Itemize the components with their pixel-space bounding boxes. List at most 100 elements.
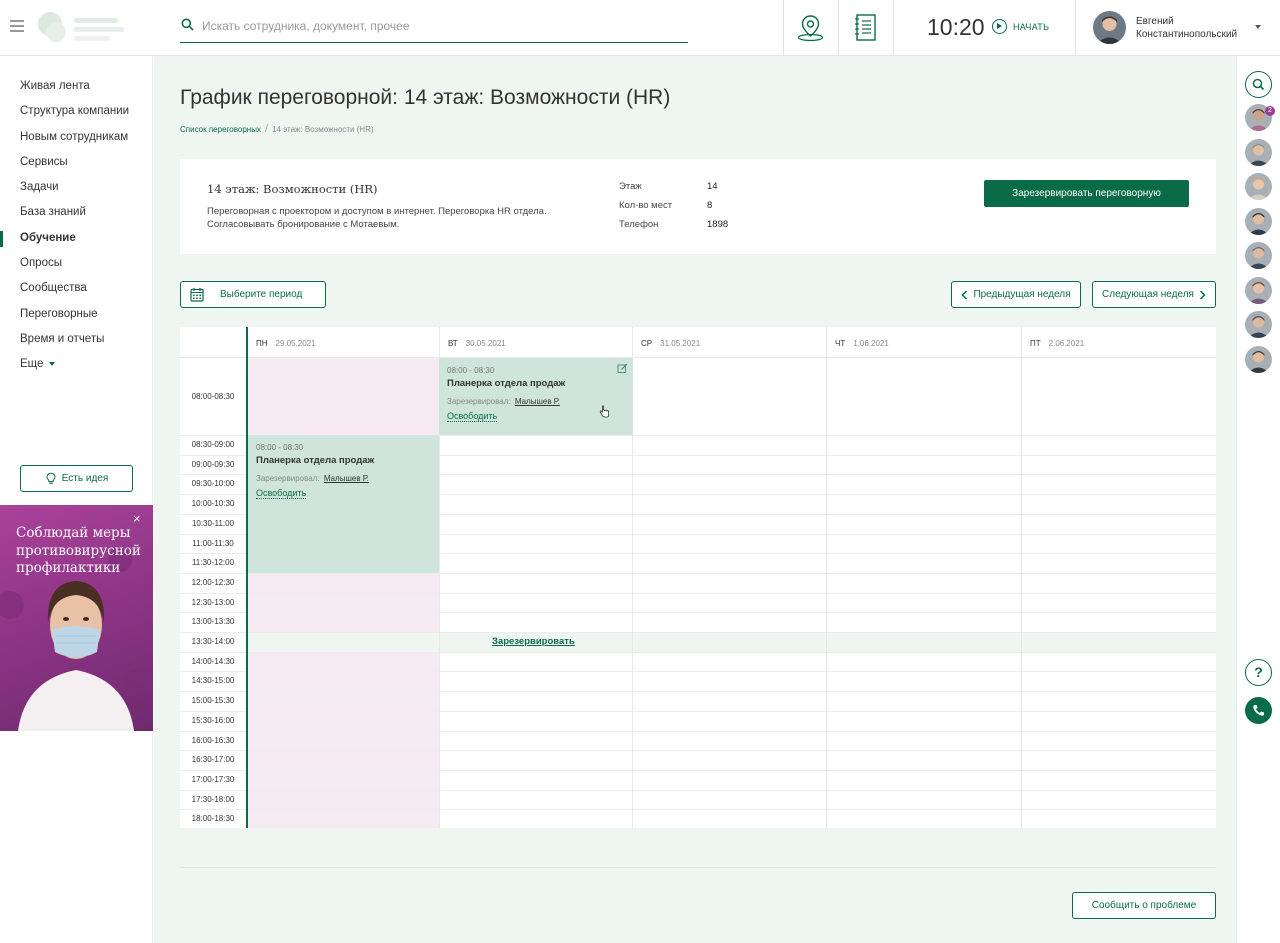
map-pin-icon[interactable] [796,13,825,47]
nav-item-more[interactable]: Еще [0,352,153,377]
select-period-button[interactable]: Выберите период [180,281,326,308]
contact-avatar[interactable] [1245,138,1272,166]
schedule-header: ПН 29.05.2021 ВТ 30.05.2021 СР 31.05.2021 Ч… [180,327,1216,358]
schedule-grid: 08:00-08:30 08:30-09:00 09:00-09:30 09:30-1… [180,327,1216,828]
time-slot-label: 11:00-11:30 [192,538,234,548]
contact-avatar[interactable] [1245,242,1272,269]
phone-icon[interactable] [1245,697,1272,724]
reserve-room-button[interactable]: Зарезервировать переговорную [984,180,1189,207]
booked-by-link[interactable]: Малышев Р. [324,474,369,483]
footer-divider [180,867,1216,868]
row-divider [180,612,1216,614]
breadcrumb: Список переговорных/14 этаж: Возможности… [180,123,374,135]
row-divider [180,769,1216,771]
search-icon [181,18,194,31]
contact-avatar[interactable] [1245,173,1272,200]
main-nav: Живая лента Структура компании Новым сот… [0,74,153,378]
search-icon[interactable] [1245,71,1272,98]
promo-text: Соблюдай меры противовирусной профилакти… [16,525,141,576]
search-field[interactable] [180,14,688,43]
row-divider [180,710,1216,712]
breadcrumb-link-rooms[interactable]: Список переговорных [180,125,261,134]
contact-avatar[interactable] [1245,345,1272,373]
chevron-right-icon [1199,289,1206,300]
chevron-down-icon [49,362,56,367]
notebook-icon[interactable] [853,13,879,47]
reserve-slot-link[interactable]: Зарезервировать [492,636,575,647]
unread-badge: 2 [1265,106,1275,116]
release-booking-link[interactable]: Освободить [447,411,498,422]
booking-mon-0830[interactable]: 08:00 - 08:30 Планерка отдела продаж Зар… [248,435,439,573]
nav-item-company-structure[interactable]: Структура компании [0,99,153,124]
time-slot-label: 08:30-09:00 [191,440,235,449]
nav-item-knowledge-base[interactable]: База знаний [0,200,153,225]
time-slot-label: 17:00-17:30 [191,774,235,784]
header-divider [893,0,894,55]
row-divider [180,750,1216,752]
nav-item-time-reports[interactable]: Время и отчеты [0,327,153,352]
menu-icon[interactable] [10,20,24,32]
hover-reserve-row[interactable] [248,632,1216,652]
top-header: 10:20 НАЧАТЬ Евгений Константинопольский [0,0,1280,56]
day-head-thu: ЧТ 1.06.2021 [835,339,889,348]
time-slot-label: 12:30-13:00 [191,597,235,607]
nav-item-meeting-rooms[interactable]: Переговорные [0,302,153,327]
time-slot-label: 13:30-14:00 [191,637,235,646]
contact-avatar[interactable] [1245,276,1272,304]
header-divider [783,0,784,55]
user-avatar[interactable] [1093,11,1126,44]
nav-item-services[interactable]: Сервисы [0,150,153,175]
calendar-icon [190,287,204,302]
search-input[interactable] [202,16,682,36]
nav-item-feed[interactable]: Живая лента [0,74,153,99]
nav-item-surveys[interactable]: Опросы [0,251,153,276]
promo-banner[interactable]: Соблюдай меры противовирусной профилакти… [0,505,153,731]
contact-avatar[interactable] [1245,311,1272,338]
idea-button[interactable]: Есть идея [20,465,133,492]
next-week-button[interactable]: Следующая неделя [1092,281,1216,308]
main-content: График переговорной: 14 этаж: Возможност… [154,56,1236,943]
close-icon[interactable]: × [133,511,141,526]
prop-seats: Кол-во мест 8 [619,200,713,211]
lightbulb-icon [46,472,56,484]
time-slot-label: 08:00-08:30 [191,392,235,401]
user-menu-chevron-down-icon[interactable] [1255,25,1261,29]
time-slot-label: 09:00-09:30 [191,459,235,469]
help-icon[interactable]: ? [1245,659,1272,686]
start-workday-button[interactable]: НАЧАТЬ [992,19,1049,34]
time-slot-label: 14:30-15:00 [191,676,235,686]
edit-icon[interactable] [617,363,628,374]
row-divider [180,809,1216,811]
prop-floor: Этаж 14 [619,181,718,192]
company-logo[interactable] [36,6,128,48]
room-properties: Этаж 14 Кол-во мест 8 Телефон 1898 [619,181,728,238]
page-title: График переговорной: 14 этаж: Возможност… [180,86,671,109]
nav-item-new-employees[interactable]: Новым сотрудникам [0,125,153,150]
nav-item-communities[interactable]: Сообщества [0,276,153,301]
header-divider [1075,0,1076,55]
room-name: 14 этаж: Возможности (HR) [207,182,378,196]
user-name[interactable]: Евгений Константинопольский [1136,15,1237,41]
time-slot-label: 13:00-13:30 [191,617,235,627]
contact-avatar[interactable] [1245,207,1272,235]
report-problem-button[interactable]: Сообщить о проблеме [1072,892,1216,919]
time-slot-label: 16:00-16:30 [191,735,235,745]
row-divider [180,572,1216,574]
row-divider [180,651,1216,653]
time-slot-label: 12:00-12:30 [191,577,235,587]
release-booking-link[interactable]: Освободить [256,488,307,499]
time-slot-label: 09:30-10:00 [191,479,235,489]
nav-item-training[interactable]: Обучение [0,226,153,251]
day-head-wed: СР 31.05.2021 [641,339,701,348]
clock-time: 10:20 [927,14,985,40]
row-divider [180,789,1216,791]
booked-by-link[interactable]: Малышев Р. [515,397,560,406]
time-column-divider [246,327,248,828]
prop-phone: Телефон 1898 [619,219,729,230]
previous-week-button[interactable]: Предыдущая неделя [951,281,1081,308]
time-slot-label: 15:30-16:00 [191,715,235,725]
nav-item-tasks[interactable]: Задачи [0,175,153,200]
start-label: НАЧАТЬ [1013,21,1050,32]
time-slot-label: 16:30-17:00 [191,755,235,765]
booking-tue-0800[interactable]: 08:00 - 08:30 Планерка отдела продаж Зар… [439,358,633,435]
